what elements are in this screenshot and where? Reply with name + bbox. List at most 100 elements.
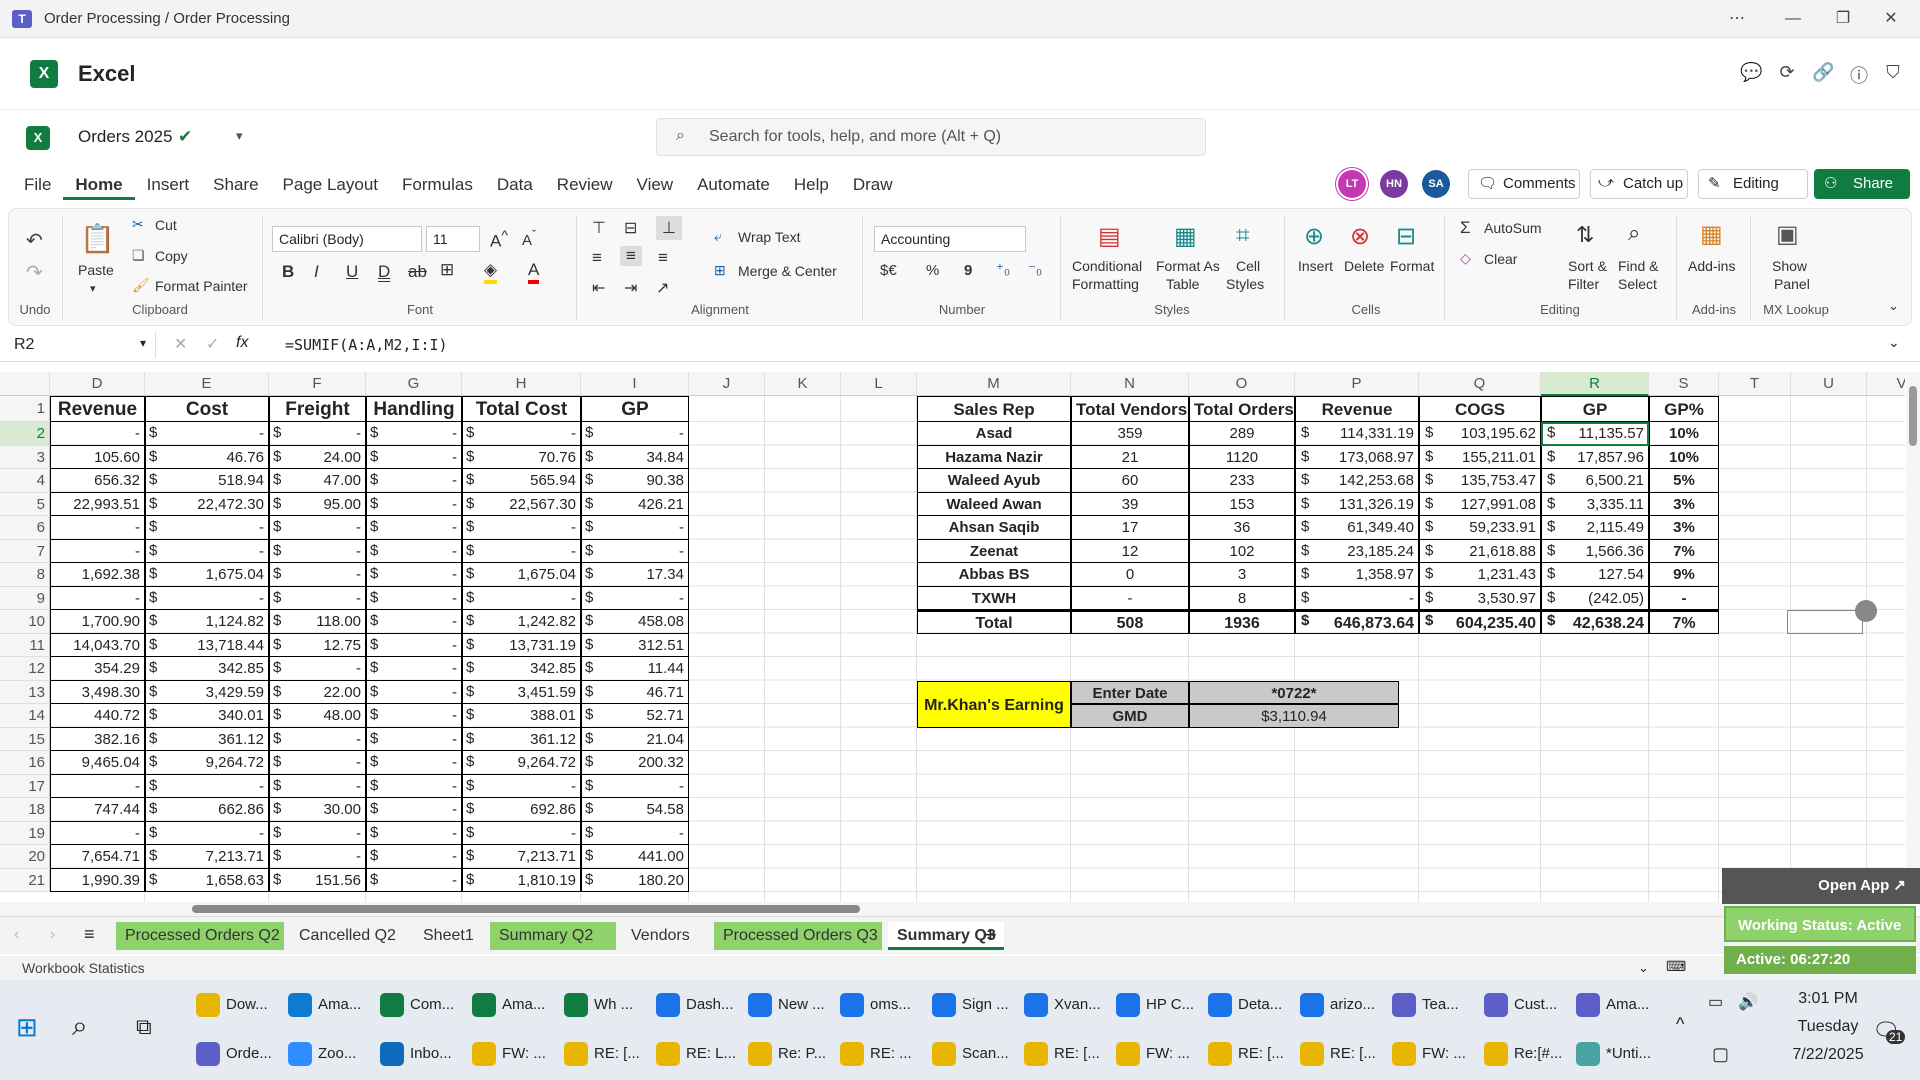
menu-insert[interactable]: Insert — [135, 170, 202, 200]
row-header[interactable]: 4 — [0, 469, 50, 493]
close-icon[interactable]: ✕ — [1866, 0, 1916, 38]
table-cell[interactable]: 388.01 — [462, 704, 581, 728]
enter-date-input[interactable]: *0722* — [1189, 680, 1399, 704]
find-select-label2[interactable]: Select — [1618, 276, 1657, 292]
column-header[interactable]: U — [1791, 372, 1867, 396]
taskbar-app[interactable]: RE: L... — [656, 1034, 744, 1074]
sheet-tab[interactable]: Cancelled Q2 — [290, 922, 408, 950]
table-cell[interactable]: - — [269, 727, 366, 751]
table-cell[interactable]: - — [366, 751, 462, 775]
info-icon[interactable]: ⓘ — [1848, 62, 1870, 86]
summary-cell[interactable]: 102 — [1189, 539, 1295, 563]
table-cell[interactable]: - — [581, 586, 689, 610]
align-middle-icon[interactable]: ⊟ — [624, 218, 637, 238]
table-cell[interactable]: - — [366, 516, 462, 540]
table-cell[interactable]: - — [269, 751, 366, 775]
table-cell[interactable]: 342.85 — [145, 657, 269, 681]
table-cell[interactable]: - — [581, 539, 689, 563]
table-cell[interactable]: - — [366, 868, 462, 892]
chevron-down-icon[interactable]: ⌄ — [1888, 334, 1900, 351]
taskbar-app[interactable]: RE: ... — [840, 1034, 928, 1074]
table-cell[interactable]: - — [462, 821, 581, 845]
sort-filter-button[interactable]: Sort & — [1568, 258, 1607, 274]
font-color-icon[interactable]: A — [528, 260, 540, 284]
cancel-icon[interactable]: ✕ — [174, 334, 187, 354]
summary-cell[interactable]: 359 — [1071, 422, 1189, 446]
taskbar-app[interactable]: oms... — [840, 985, 928, 1025]
table-cell[interactable]: 47.00 — [269, 469, 366, 493]
decrease-indent-icon[interactable]: ⇤ — [592, 278, 605, 298]
refresh-icon[interactable]: ⟳ — [1776, 62, 1798, 84]
column-header[interactable]: K — [765, 372, 841, 396]
row-header[interactable]: 20 — [0, 845, 50, 869]
table-cell[interactable]: - — [366, 727, 462, 751]
menu-page-layout[interactable]: Page Layout — [271, 170, 390, 200]
total-cell[interactable]: 1936 — [1189, 610, 1295, 634]
table-cell[interactable]: 656.32 — [50, 469, 145, 493]
taskbar-app[interactable]: Dow... — [196, 985, 284, 1025]
format-painter-button[interactable]: Format Painter — [155, 278, 248, 294]
clock-time[interactable]: 3:01 PM — [1788, 990, 1868, 1008]
row-header[interactable]: 9 — [0, 586, 50, 610]
format-as-table-button[interactable]: Format As — [1156, 258, 1220, 274]
table-cell[interactable]: 565.94 — [462, 469, 581, 493]
select-all-corner[interactable] — [0, 372, 50, 396]
table-cell[interactable]: - — [366, 657, 462, 681]
percent-button[interactable]: % — [926, 262, 939, 279]
table-cell[interactable]: - — [462, 586, 581, 610]
shield-icon[interactable]: ⛉ — [1882, 62, 1904, 84]
table-cell[interactable]: 7,213.71 — [145, 845, 269, 869]
column-header[interactable]: E — [145, 372, 269, 396]
table-cell[interactable]: - — [269, 586, 366, 610]
table-cell[interactable]: 151.56 — [269, 868, 366, 892]
chat-icon[interactable]: 💬 — [1740, 62, 1762, 84]
table-cell[interactable]: 1,692.38 — [50, 563, 145, 587]
total-cell[interactable]: 7% — [1649, 610, 1719, 634]
align-right-icon[interactable]: ≡ — [658, 248, 668, 268]
taskbar-app[interactable]: Cust... — [1484, 985, 1572, 1025]
row-header[interactable]: 13 — [0, 680, 50, 704]
table-cell[interactable]: 14,043.70 — [50, 633, 145, 657]
insert-button[interactable]: Insert — [1298, 258, 1333, 274]
taskbar-app[interactable]: Sign ... — [932, 985, 1020, 1025]
column-header[interactable]: D — [50, 372, 145, 396]
summary-cell[interactable]: 135,753.47 — [1419, 469, 1541, 493]
taskbar-app[interactable]: RE: [... — [1300, 1034, 1388, 1074]
summary-cell[interactable]: 39 — [1071, 492, 1189, 516]
horizontal-scrollbar[interactable] — [0, 902, 1906, 916]
column-header[interactable]: T — [1719, 372, 1791, 396]
sort-filter-label2[interactable]: Filter — [1568, 276, 1599, 292]
table-cell[interactable]: 95.00 — [269, 492, 366, 516]
summary-cell[interactable]: 127.54 — [1541, 563, 1649, 587]
merge-center-button[interactable]: Merge & Center — [738, 263, 837, 279]
table-cell[interactable]: 90.38 — [581, 469, 689, 493]
column-header[interactable]: S — [1649, 372, 1719, 396]
chevron-up-icon[interactable]: ^ — [1676, 1014, 1684, 1035]
menu-data[interactable]: Data — [485, 170, 545, 200]
comma-button[interactable]: 9 — [964, 262, 972, 279]
minimize-icon[interactable]: — — [1768, 0, 1818, 38]
menu-draw[interactable]: Draw — [841, 170, 905, 200]
row-header[interactable]: 21 — [0, 868, 50, 892]
summary-cell[interactable]: 17 — [1071, 516, 1189, 540]
table-cell[interactable]: 662.86 — [145, 798, 269, 822]
show-panel-button[interactable]: Show — [1772, 258, 1807, 274]
tab-prev-icon[interactable]: ‹ — [14, 926, 19, 944]
row-header[interactable]: 10 — [0, 610, 50, 634]
conditional-formatting-label2[interactable]: Formatting — [1072, 276, 1139, 292]
addins-button[interactable]: Add-ins — [1688, 258, 1735, 274]
summary-cell[interactable]: 21 — [1071, 445, 1189, 469]
table-cell[interactable]: 48.00 — [269, 704, 366, 728]
table-cell[interactable]: 17.34 — [581, 563, 689, 587]
table-cell[interactable]: 342.85 — [462, 657, 581, 681]
task-view-icon[interactable]: ⧉ — [136, 1014, 152, 1040]
summary-cell[interactable]: 103,195.62 — [1419, 422, 1541, 446]
font-name-select[interactable]: Calibri (Body) — [272, 226, 422, 252]
summary-cell[interactable]: 0 — [1071, 563, 1189, 587]
table-cell[interactable]: 7,213.71 — [462, 845, 581, 869]
summary-cell[interactable]: 9% — [1649, 563, 1719, 587]
table-cell[interactable]: - — [581, 516, 689, 540]
row-header[interactable]: 5 — [0, 492, 50, 516]
menu-review[interactable]: Review — [545, 170, 625, 200]
table-cell[interactable]: 340.01 — [145, 704, 269, 728]
